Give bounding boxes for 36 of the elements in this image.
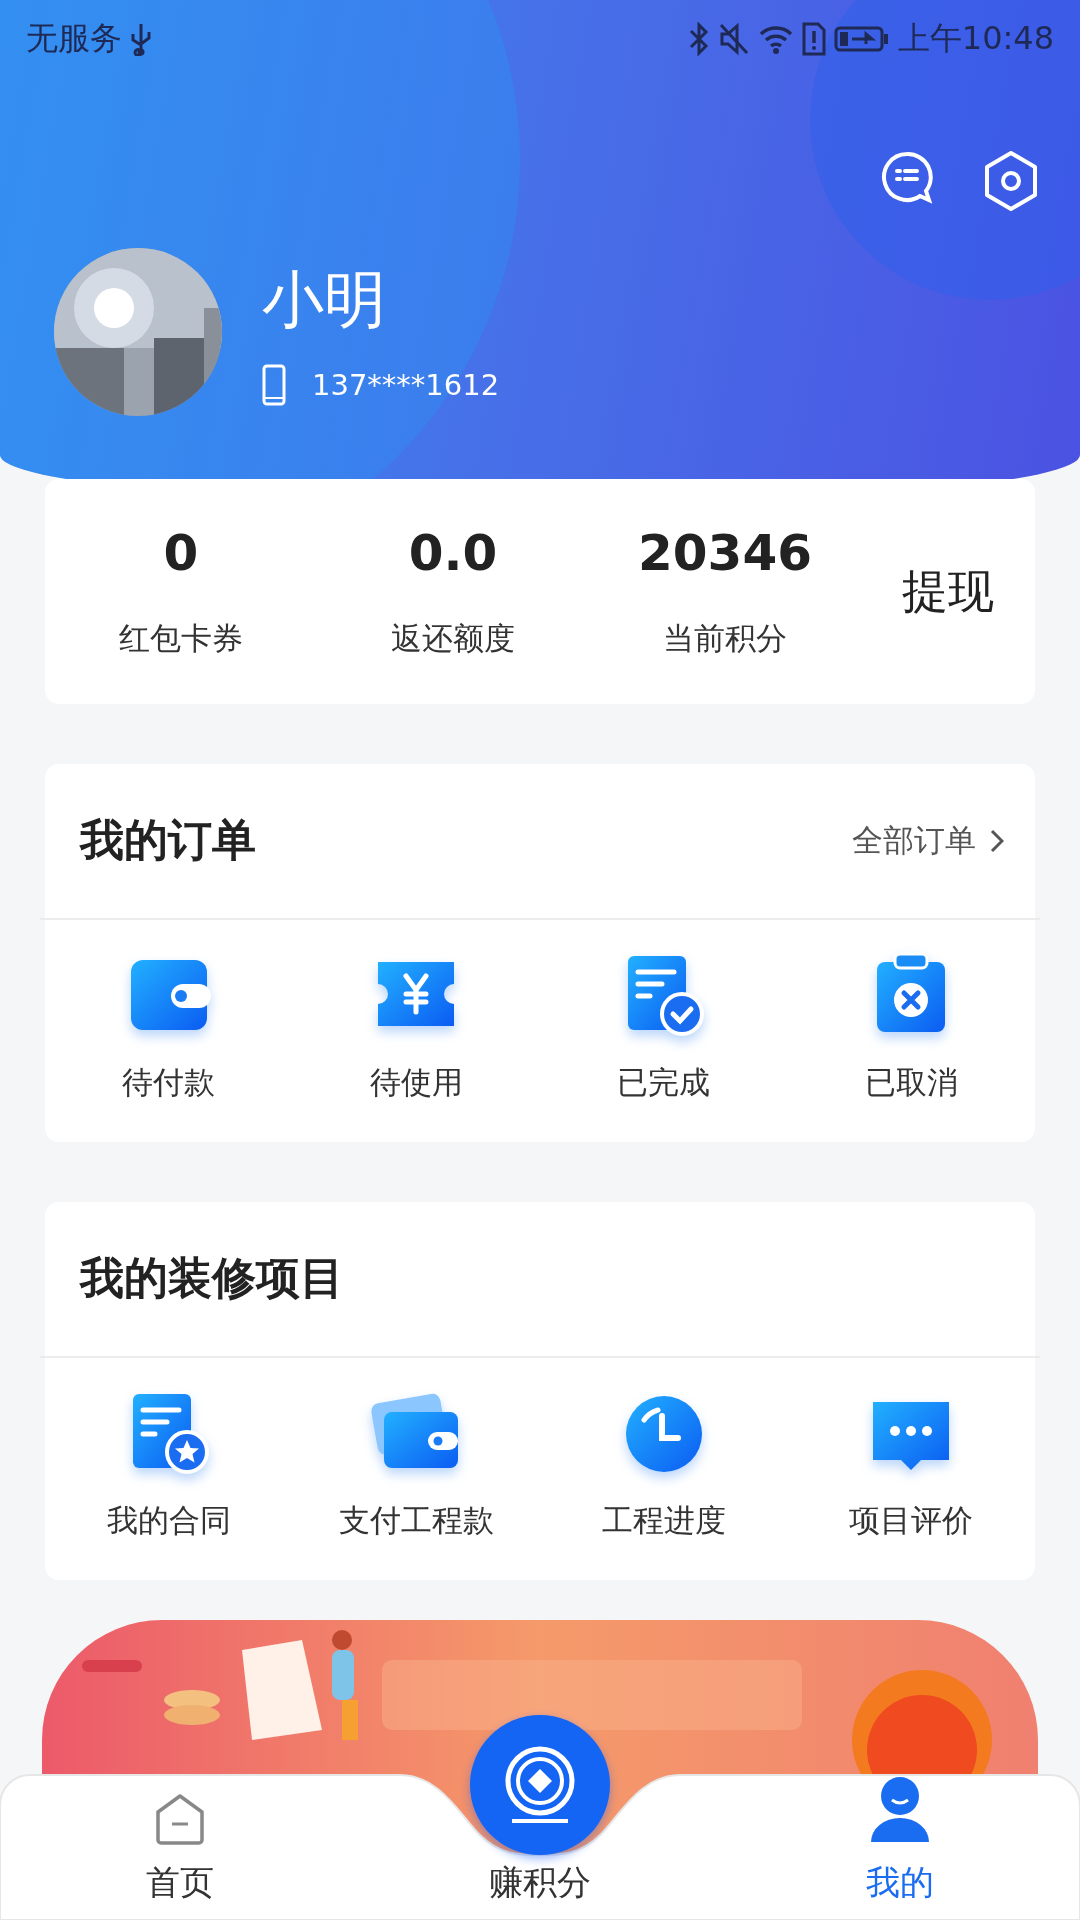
menu-item[interactable]: 待使用 [292, 949, 540, 1104]
menu-item[interactable]: 支付工程款 [292, 1387, 540, 1542]
settings-icon[interactable] [982, 150, 1040, 212]
stat-label: 返还额度 [391, 618, 515, 658]
section-title: 我的订单 [80, 813, 256, 868]
stat-label: 当前积分 [663, 618, 787, 658]
mute-icon [717, 22, 750, 56]
withdraw-button[interactable]: 提现 [861, 560, 1035, 623]
stat-value: 0.0 [408, 523, 498, 582]
usb-icon [130, 22, 152, 56]
clock-time: 上午10:48 [897, 18, 1054, 59]
stat-label: 红包卡券 [119, 618, 243, 658]
phone-number: 137****1612 [312, 368, 500, 402]
home-icon [154, 1792, 206, 1846]
nav-tab[interactable]: 赚积分 [360, 1775, 720, 1920]
carrier-text: 无服务 [26, 18, 122, 59]
phone-icon [262, 364, 286, 406]
menu-item[interactable]: 我的合同 [45, 1387, 293, 1542]
menu-item[interactable]: 已完成 [540, 949, 788, 1104]
stat-value: 20346 [638, 523, 812, 582]
menu-item[interactable]: 项目评价 [787, 1387, 1035, 1542]
sim-alert-icon [801, 22, 826, 56]
nav-tab[interactable]: 首页 [0, 1775, 360, 1920]
all-orders-link[interactable]: 全部订单 [852, 819, 1004, 862]
user-name: 小明 [262, 262, 387, 338]
bluetooth-icon [687, 22, 710, 56]
wifi-icon [757, 23, 794, 55]
chevron-right-icon [990, 828, 1004, 853]
menu-item[interactable]: 已取消 [787, 949, 1035, 1104]
message-icon[interactable] [880, 150, 934, 204]
menu-item[interactable]: 工程进度 [540, 1387, 788, 1542]
nav-tab[interactable]: 我的 [720, 1775, 1080, 1920]
stat-value: 0 [163, 523, 199, 582]
section-title: 我的装修项目 [80, 1251, 344, 1306]
menu-item[interactable]: 待付款 [45, 949, 293, 1104]
battery-icon [833, 25, 890, 53]
